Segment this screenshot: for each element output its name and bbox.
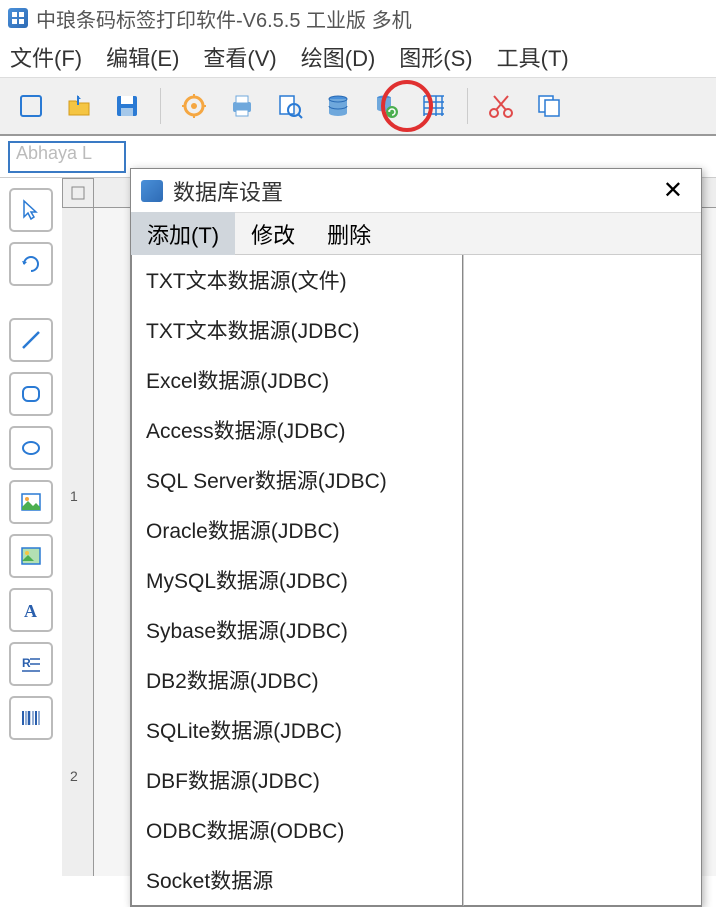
menu-bar: 文件(F) 编辑(E) 查看(V) 绘图(D) 图形(S) 工具(T): [0, 36, 716, 78]
ruler-vertical: 1 2: [62, 208, 94, 876]
datasource-option[interactable]: DB2数据源(JDBC): [132, 655, 462, 705]
dialog-icon: [141, 180, 163, 202]
datasource-option[interactable]: SQLite数据源(JDBC): [132, 705, 462, 755]
datasource-option[interactable]: Oracle数据源(JDBC): [132, 505, 462, 555]
left-toolbar: A R: [0, 178, 62, 876]
ruler-mark: 2: [70, 768, 78, 784]
dialog-right-panel: [463, 255, 701, 906]
pointer-tool[interactable]: [9, 188, 53, 232]
dialog-body: TXT文本数据源(文件) TXT文本数据源(JDBC) Excel数据源(JDB…: [131, 255, 701, 906]
datasource-option[interactable]: Socket数据源: [132, 855, 462, 905]
copy-button[interactable]: [530, 87, 568, 125]
open-file-button[interactable]: [60, 87, 98, 125]
new-file-button[interactable]: [12, 87, 50, 125]
dialog-menu-delete[interactable]: 删除: [311, 212, 387, 256]
svg-text:A: A: [24, 601, 37, 621]
title-bar: 中琅条码标签打印软件-V6.5.5 工业版 多机: [0, 0, 716, 36]
datasource-option[interactable]: DBF数据源(JDBC): [132, 755, 462, 805]
menu-edit[interactable]: 编辑(E): [106, 41, 179, 73]
main-toolbar: [0, 78, 716, 136]
preview-button[interactable]: [271, 87, 309, 125]
rounded-rect-tool[interactable]: [9, 372, 53, 416]
dialog-titlebar[interactable]: 数据库设置 ✕: [131, 169, 701, 213]
datasource-option[interactable]: ODBC数据源(ODBC): [132, 805, 462, 855]
dialog-title: 数据库设置: [173, 175, 655, 207]
app-icon: [8, 8, 28, 28]
menu-draw[interactable]: 绘图(D): [301, 41, 376, 73]
database-refresh-button[interactable]: [367, 87, 405, 125]
datasource-option[interactable]: Access数据源(JDBC): [132, 405, 462, 455]
close-button[interactable]: ✕: [655, 176, 691, 205]
datasource-option[interactable]: TXT文本数据源(文件): [132, 255, 462, 305]
separator: [160, 88, 161, 124]
ruler-corner: [62, 178, 94, 208]
menu-shape[interactable]: 图形(S): [399, 41, 472, 73]
menu-tool[interactable]: 工具(T): [497, 41, 569, 73]
database-button[interactable]: [319, 87, 357, 125]
print-button[interactable]: [223, 87, 261, 125]
dialog-menu-add[interactable]: 添加(T): [131, 212, 235, 256]
datasource-dropdown: TXT文本数据源(文件) TXT文本数据源(JDBC) Excel数据源(JDB…: [131, 255, 463, 906]
line-tool[interactable]: [9, 318, 53, 362]
barcode-tool[interactable]: [9, 696, 53, 740]
ruler-mark: 1: [70, 488, 78, 504]
ellipse-tool[interactable]: [9, 426, 53, 470]
datasource-option[interactable]: SQL Server数据源(JDBC): [132, 455, 462, 505]
settings-button[interactable]: [175, 87, 213, 125]
svg-text:R: R: [22, 656, 31, 670]
dialog-menu: 添加(T) 修改 删除: [131, 213, 701, 255]
richtext-tool[interactable]: R: [9, 642, 53, 686]
datasource-option[interactable]: MySQL数据源(JDBC): [132, 555, 462, 605]
save-button[interactable]: [108, 87, 146, 125]
dialog-menu-modify[interactable]: 修改: [235, 212, 311, 256]
font-select[interactable]: Abhaya L: [8, 141, 126, 173]
cut-button[interactable]: [482, 87, 520, 125]
image-tool[interactable]: [9, 480, 53, 524]
grid-button[interactable]: [415, 87, 453, 125]
separator: [467, 88, 468, 124]
app-title: 中琅条码标签打印软件-V6.5.5 工业版 多机: [36, 4, 412, 33]
picture-tool[interactable]: [9, 534, 53, 578]
datasource-option[interactable]: Sybase数据源(JDBC): [132, 605, 462, 655]
datasource-option[interactable]: Excel数据源(JDBC): [132, 355, 462, 405]
rotate-tool[interactable]: [9, 242, 53, 286]
menu-file[interactable]: 文件(F): [10, 41, 82, 73]
database-settings-dialog: 数据库设置 ✕ 添加(T) 修改 删除 TXT文本数据源(文件) TXT文本数据…: [130, 168, 702, 907]
datasource-option[interactable]: TXT文本数据源(JDBC): [132, 305, 462, 355]
text-tool[interactable]: A: [9, 588, 53, 632]
menu-view[interactable]: 查看(V): [203, 41, 276, 73]
